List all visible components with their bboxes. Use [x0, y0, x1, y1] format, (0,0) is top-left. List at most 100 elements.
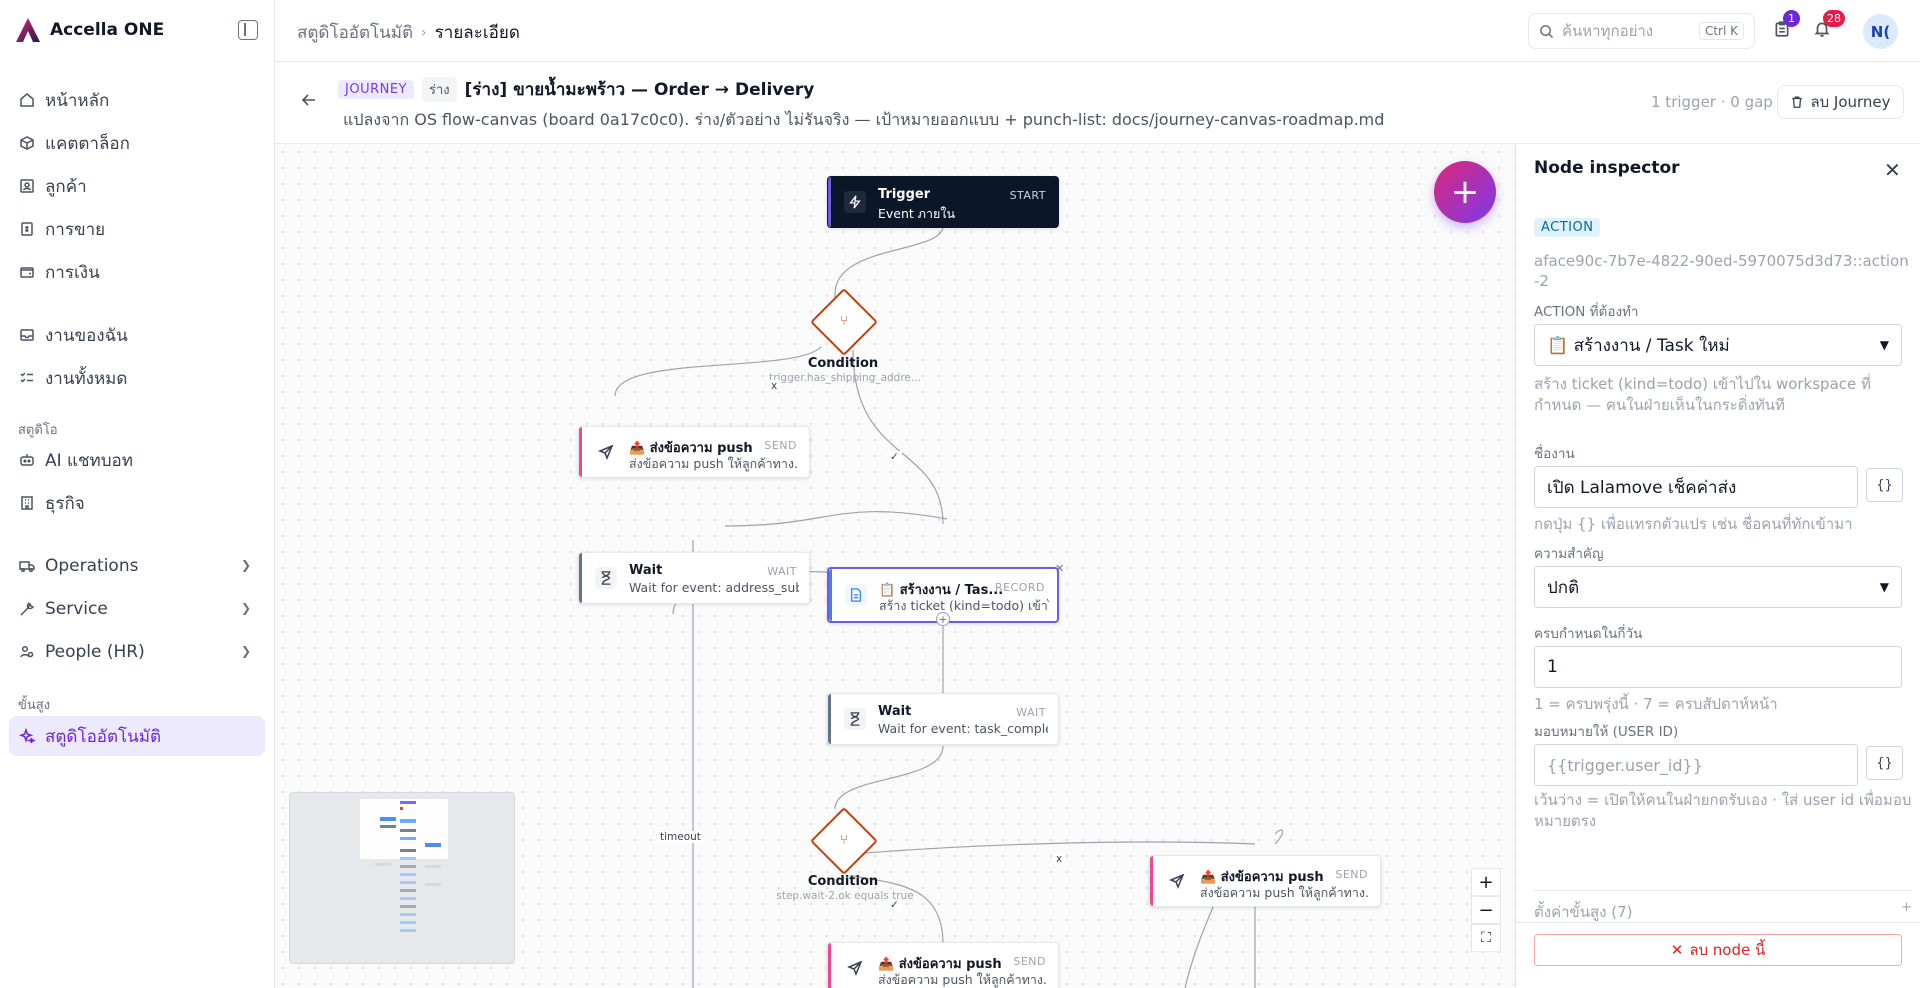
journey-canvas[interactable]: Trigger Event ภายใน START ⑂ Condition tr… [275, 144, 1515, 988]
chevron-right-icon: ❯ [240, 601, 251, 615]
priority-select[interactable]: ปกติ ▼ [1534, 566, 1902, 608]
sidebar-item-label: งานทั้งหมด [45, 368, 128, 389]
sidebar-item-label: Service [45, 599, 108, 619]
zoom-in-button[interactable]: + [1471, 868, 1501, 896]
zoom-out-button[interactable]: − [1471, 896, 1501, 924]
fit-view-button[interactable]: ⛶ [1471, 924, 1501, 952]
condition-label: Condition [807, 356, 879, 371]
search-icon [1540, 24, 1554, 38]
hourglass-icon [595, 567, 617, 589]
due-days-hint: 1 = ครบพรุ่งนี้ · 7 = ครบสัปดาห์หน้า [1534, 695, 1778, 713]
box-icon [19, 135, 35, 151]
insert-variable-button[interactable]: {} [1866, 746, 1903, 780]
sidebar-item-service[interactable]: Service ❯ [9, 589, 265, 629]
sidebar-item-customers[interactable]: ลูกค้า [9, 166, 265, 206]
delete-journey-button[interactable]: ลบ Journey [1777, 85, 1904, 119]
send-push-node[interactable]: 📤 ส่งข้อความ push ... ส่งข้อความ push ให… [1149, 855, 1381, 907]
send-icon [844, 957, 866, 979]
node-type-tag: SEND [1335, 868, 1368, 881]
send-icon [1166, 870, 1188, 892]
node-accent-bar [828, 694, 831, 744]
nav-section-advanced: ขั้นสูง [18, 698, 51, 713]
advanced-settings-toggle[interactable]: ตั้งค่าขั้นสูง (7) [1534, 900, 1633, 924]
divider [1534, 890, 1912, 891]
action-select[interactable]: 📋 สร้างงาน / Task ใหม่ ▼ [1534, 324, 1902, 366]
sidebar-item-home[interactable]: หน้าหลัก [9, 80, 265, 120]
add-node-button[interactable]: + [1434, 161, 1496, 223]
breadcrumb: สตูดิโออัตโนมัติ › รายละเอียด [297, 19, 520, 46]
edge-label-no: x [1053, 853, 1066, 865]
sidebar-item-people-hr[interactable]: People (HR) ❯ [9, 632, 265, 672]
sidebar-item-label: แคตตาล็อก [45, 133, 130, 154]
notifications-button[interactable]: 28 [1813, 10, 1845, 42]
brand-name: Accella ONE [50, 20, 165, 40]
sidebar: Accella ONE หน้าหลัก แคตตาล็อก ลูกค้า กา… [0, 0, 275, 988]
node-accent-bar [1150, 856, 1153, 906]
people-icon [19, 644, 35, 660]
brand[interactable]: Accella ONE [14, 16, 164, 44]
node-accent-bar [828, 943, 831, 988]
receipt-icon [19, 221, 35, 237]
app-root: Accella ONE หน้าหลัก แคตตาล็อก ลูกค้า กา… [0, 0, 1920, 988]
branch-icon: ⑂ [840, 832, 848, 848]
sidebar-item-ai-chatbot[interactable]: AI แชทบอท [9, 440, 265, 480]
sidebar-item-operations[interactable]: Operations ❯ [9, 546, 265, 586]
node-type-tag: SEND [1013, 955, 1046, 968]
send-icon [595, 441, 617, 463]
delete-node-button[interactable]: ✕ ลบ node นี้ [1534, 934, 1902, 966]
sidebar-item-label: People (HR) [45, 642, 145, 662]
node-type-tag: START [1009, 189, 1046, 202]
sidebar-item-finance[interactable]: การเงิน [9, 252, 265, 292]
journey-meta: 1 trigger · 0 gap [1651, 93, 1773, 111]
add-step-icon[interactable]: + [936, 612, 950, 626]
sidebar-item-automation-studio[interactable]: สตูดิโออัตโนมัติ [9, 716, 265, 756]
sidebar-item-my-tasks[interactable]: งานของฉัน [9, 315, 265, 355]
sidebar-item-all-tasks[interactable]: งานทั้งหมด [9, 358, 265, 398]
edge-wait-record [724, 511, 948, 527]
inbox-icon [19, 327, 35, 343]
hourglass-icon [844, 708, 866, 730]
edge-label-yes: ✓ [887, 451, 902, 463]
breadcrumb-root[interactable]: สตูดิโออัตโนมัติ [297, 19, 413, 46]
logo-icon [16, 18, 40, 42]
sidebar-item-label: งานของฉัน [45, 325, 128, 346]
node-remove-icon[interactable]: ✕ [1055, 562, 1064, 575]
task-name-input[interactable]: เปิด Lalamove เช็คค่าส่ง [1534, 466, 1858, 508]
wait-node[interactable]: Wait Wait for event: address_sub... WAIT [578, 552, 810, 604]
close-icon[interactable]: ✕ [1884, 158, 1901, 182]
wrench-icon [19, 601, 35, 617]
arrow-left-icon[interactable] [299, 90, 319, 110]
condition-label: Condition [807, 874, 879, 889]
wait-node[interactable]: Wait Wait for event: task_complet... WAI… [827, 693, 1059, 745]
sidebar-item-business[interactable]: ธุรกิจ [9, 483, 265, 523]
branch-icon: ⑂ [840, 313, 848, 329]
edge-label-yes: ✓ [887, 899, 902, 911]
search-placeholder: ค้นหาทุกอย่าง [1562, 22, 1654, 40]
assignee-label: มอบหมายให้ (USER ID) [1534, 724, 1679, 740]
condition-expression: step.wait-2.ok equals true [776, 890, 914, 902]
sidebar-collapse-icon[interactable] [238, 20, 258, 40]
sidebar-item-label: AI แชทบอท [45, 450, 133, 471]
edge-wait-cond2 [834, 745, 944, 810]
due-days-input[interactable]: 1 [1534, 646, 1902, 688]
insert-variable-button[interactable]: {} [1866, 468, 1903, 502]
tasks-button[interactable]: 1 [1773, 10, 1800, 42]
journey-subtitle: แปลงจาก OS flow-canvas (board 0a17c0c0).… [343, 110, 1385, 129]
inspector-body[interactable]: ACTION aface90c-7b7e-4822-90ed-5970075d3… [1516, 196, 1920, 964]
node-type-tag: SEND [764, 439, 797, 452]
trigger-node[interactable]: Trigger Event ภายใน START [827, 176, 1059, 228]
trash-icon [1792, 96, 1803, 108]
breadcrumb-separator-icon: › [421, 24, 427, 41]
node-title: Wait [878, 704, 912, 719]
avatar[interactable]: N( [1863, 14, 1898, 49]
minimap[interactable] [289, 792, 515, 964]
plus-icon[interactable]: + [1901, 900, 1912, 915]
assignee-input[interactable]: {{trigger.user_id}} [1534, 744, 1858, 786]
sidebar-item-sales[interactable]: การขาย [9, 209, 265, 249]
search-input[interactable]: ค้นหาทุกอย่าง Ctrl K [1528, 13, 1755, 49]
delete-node-label: ลบ node นี้ [1689, 941, 1766, 959]
send-push-node[interactable]: 📤 ส่งข้อความ push ... ส่งข้อความ push ให… [578, 426, 810, 478]
send-push-node[interactable]: 📤 ส่งข้อความ push ... ส่งข้อความ push ให… [827, 942, 1059, 988]
sidebar-item-catalog[interactable]: แคตตาล็อก [9, 123, 265, 163]
building-icon [19, 495, 35, 511]
